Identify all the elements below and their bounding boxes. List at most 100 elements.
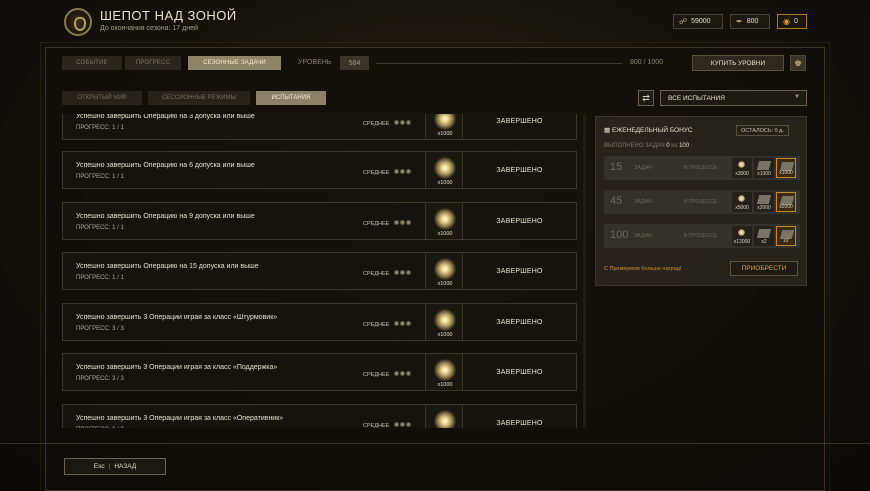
done-of: из [671,143,678,149]
subtab-challenges[interactable]: ИСПЫТАНИЯ [256,91,326,105]
task-row[interactable]: Успешно завершить 3 Операции играя за кл… [62,303,577,341]
task-progress: ПРОГРЕСС: 1 / 1 [76,174,124,180]
challenge-filter-dropdown[interactable]: ВСЕ ИСПЫТАНИЯ ▼ [660,90,807,106]
task-progress: ПРОГРЕСС: 1 / 1 [76,275,124,281]
done-total: 100 [679,143,690,149]
task-progress: ПРОГРЕСС: 3 / 3 [76,376,124,382]
tab-progress[interactable]: ПРОГРЕСС [125,56,181,70]
task-row[interactable]: Успешно завершить Операцию на 15 допуска… [62,252,577,290]
energy-orb-icon [434,258,456,280]
task-row[interactable]: Успешно завершить 3 Операции играя за кл… [62,353,577,391]
tier-reward-amount: x2000 [757,205,771,211]
task-progress: ПРОГРЕСС: 3 / 3 [76,427,124,428]
tier-reward[interactable]: x2 [754,226,774,246]
subtab-session-modes[interactable]: СЕССИОННЫЕ РЕЖИМЫ [148,91,250,105]
energy-orb-icon [738,195,745,202]
task-reward[interactable]: x1000 [425,304,463,340]
tier-reward[interactable]: x5000 [732,192,752,212]
task-status: ЗАВЕРШЕНО [496,166,543,174]
difficulty-skull-icons [394,120,411,125]
energy-orb-icon [738,229,745,236]
tier-reward[interactable]: x1000 [754,158,774,178]
tab-event[interactable]: СОБЫТИЕ [62,56,122,70]
tier-reward[interactable]: x2 [776,226,796,246]
task-difficulty: СРЕДНЕЕ [363,322,390,328]
task-difficulty: СРЕДНЕЕ [363,170,390,176]
currency-coins-value: 0 [793,18,798,25]
task-row[interactable]: Успешно завершить Операцию на 3 допуска … [62,114,577,140]
level-label: УРОВЕНЬ [298,59,332,66]
feather-icon: ✒ [736,17,743,26]
task-reward-amount: x1000 [437,281,453,287]
tier-reward[interactable]: x2000 [754,192,774,212]
tier-reward[interactable]: x1000 [776,158,796,178]
currency-feathers[interactable]: ✒ 800 [730,14,770,29]
crown-icon[interactable]: ♚ [790,55,806,71]
energy-orb-icon [434,309,456,331]
task-reward[interactable]: x1000 [425,152,463,188]
level-progress-text: 800 / 1000 [630,59,664,66]
task-progress: ПРОГРЕСС: 1 / 1 [76,125,124,131]
tier-reward-amount: x1000 [779,170,793,176]
task-status: ЗАВЕРШЕНО [496,368,543,376]
difficulty-skull-icons [394,220,411,225]
weekly-bonus-title: ▦ ЕЖЕНЕДЕЛЬНЫЙ БОНУС [604,126,693,134]
separator: | [108,463,111,470]
tier-reward-amount: x2000 [779,204,793,210]
tier-label: ЗАДАЧ [634,233,652,239]
task-difficulty: СРЕДНЕЕ [363,121,390,127]
swap-icon[interactable]: ⇄ [638,90,654,106]
difficulty-skull-icons [394,321,411,326]
task-list[interactable]: Успешно завершить Операцию на 3 допуска … [62,114,577,428]
task-row[interactable]: Успешно завершить 3 Операции играя за кл… [62,404,577,428]
currency-coins[interactable]: ◉ 0 [777,14,807,29]
buy-levels-button[interactable]: КУПИТЬ УРОВНИ [692,55,784,71]
task-row[interactable]: Успешно завершить Операцию на 6 допуска … [62,151,577,189]
task-progress: ПРОГРЕСС: 1 / 1 [76,225,124,231]
subtab-open-world[interactable]: ОТКРЫТЫЙ МИР [62,91,142,105]
task-reward[interactable]: x1000 [425,354,463,390]
task-difficulty: СРЕДНЕЕ [363,221,390,227]
currency-links[interactable]: ☍ 59000 [673,14,723,29]
buy-premium-button[interactable]: ПРИОБРЕСТИ [730,261,798,276]
tier-task-count: 45 [610,195,623,207]
task-reward[interactable]: x1000 [425,253,463,289]
task-name: Успешно завершить Операцию на 6 допуска … [76,162,255,169]
currency-links-value: 59000 [691,18,711,25]
tab-seasonal-tasks[interactable]: СЕЗОННЫЕ ЗАДАЧИ [188,56,281,70]
weekly-tier: 100 ЗАДАЧ В ПРОЦЕССЕ x12000 x2 x2 [604,224,800,248]
tier-reward-amount: x3000 [735,171,749,177]
weekly-tier: 15 ЗАДАЧ В ПРОЦЕССЕ x3000 x1000 x1000 [604,156,800,180]
back-button[interactable]: Esc | НАЗАД [64,458,166,475]
material-icon [756,161,772,170]
back-label: НАЗАД [114,463,137,470]
task-reward[interactable]: x1000 [425,114,463,139]
task-list-scrollbar[interactable] [583,114,586,428]
task-reward-amount: x1000 [437,382,453,388]
tier-reward[interactable]: x12000 [732,226,752,246]
task-reward[interactable]: x1000 [425,203,463,239]
energy-orb-icon [738,161,745,168]
done-value: 0 [666,143,670,149]
tier-status: В ПРОЦЕССЕ [684,199,718,205]
tier-reward[interactable]: x3000 [732,158,752,178]
task-reward[interactable]: x1000 [425,405,463,428]
tier-status: В ПРОЦЕССЕ [684,233,718,239]
task-name: Успешно завершить Операцию на 3 допуска … [76,114,255,120]
task-difficulty: СРЕДНЕЕ [363,271,390,277]
weekly-tier: 45 ЗАДАЧ В ПРОЦЕССЕ x5000 x2000 x2000 [604,190,800,214]
task-reward-amount: x1000 [437,180,453,186]
weekly-title-text: ЕЖЕНЕДЕЛЬНЫЙ БОНУС [611,127,693,134]
season-logo-icon [64,8,92,36]
tier-label: ЗАДАЧ [634,165,652,171]
task-name: Успешно завершить 3 Операции играя за кл… [76,314,278,321]
calendar-icon: ▦ [604,127,612,134]
weekly-time-left-text: ОСТАЛОСЬ: 0 д. [741,127,784,134]
weekly-done-counter: ВЫПОЛНЕНО ЗАДАЧ 0 из 100 [604,143,689,149]
premium-promo-text: С Премиумом больше наград! [604,266,682,272]
task-row[interactable]: Успешно завершить Операцию на 9 допуска … [62,202,577,240]
weekly-time-left: ОСТАЛОСЬ: 0 д. [736,125,789,136]
task-status: ЗАВЕРШЕНО [496,419,543,427]
tier-reward[interactable]: x2000 [776,192,796,212]
tier-label: ЗАДАЧ [634,199,652,205]
